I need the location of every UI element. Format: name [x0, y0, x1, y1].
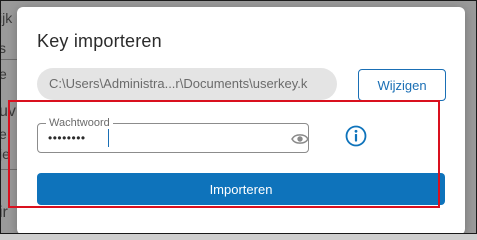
- background-text: ir: [1, 204, 8, 221]
- background-text: s: [1, 41, 6, 55]
- background-divider: [1, 59, 17, 60]
- file-path-field: C:\Users\Administra...r\Documents\userke…: [37, 68, 337, 100]
- dialog-title: Key importeren: [37, 31, 162, 51]
- background-text: e: [1, 127, 7, 141]
- change-file-button[interactable]: Wijzigen: [358, 69, 446, 101]
- background-text: ijk: [0, 10, 13, 26]
- background-text: e: [1, 67, 7, 81]
- highlight-annotation: [8, 100, 440, 208]
- window-frame: ijk s e uv e je ir Key importeren C:\Use…: [0, 0, 477, 234]
